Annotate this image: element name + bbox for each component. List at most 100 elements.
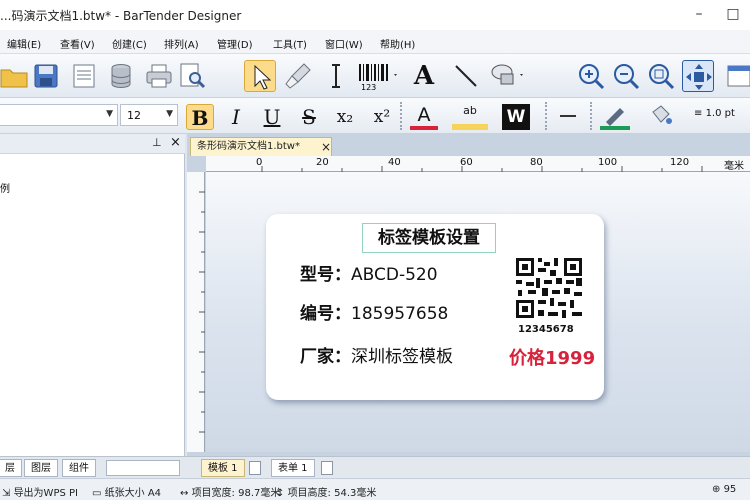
- status-paper: ▭ 纸张大小 A4: [92, 488, 162, 499]
- status-height: ↕ 项目高度: 54.3毫米: [276, 488, 377, 499]
- label-value: 深圳标签模板: [351, 347, 453, 367]
- shapes-icon[interactable]: [486, 60, 530, 92]
- label-row-model[interactable]: 型号：ABCD-520: [300, 260, 438, 285]
- price-text[interactable]: 价格1999: [509, 344, 595, 370]
- menu-edit[interactable]: 编辑(E): [7, 36, 41, 51]
- left-panel: ⊥ × 例: [0, 134, 185, 456]
- highlight-button[interactable]: ab: [452, 104, 488, 130]
- status-export[interactable]: ⇲ 导出为WPS PI: [2, 484, 78, 499]
- underline-button[interactable]: U: [258, 104, 286, 130]
- barcode-digits: 123: [361, 83, 376, 92]
- print-icon[interactable]: [143, 60, 175, 92]
- label-key: 型号：: [300, 265, 351, 285]
- tab-form-1[interactable]: 表单 1: [271, 459, 315, 477]
- label-key: 厂家：: [300, 347, 351, 367]
- add-form-icon[interactable]: [321, 461, 333, 475]
- title-bar: ...码演示文档1.btw* - BarTender Designer – □: [0, 0, 750, 30]
- ruler-label: 80: [530, 157, 543, 168]
- text-tool-icon[interactable]: A: [408, 60, 440, 92]
- qr-code-text[interactable]: 12345678: [518, 324, 574, 335]
- label-title[interactable]: 标签模板设置: [362, 223, 496, 253]
- status-bar: ⇲ 导出为WPS PI ▭ 纸张大小 A4 ↔ 项目宽度: 98.7毫米 ↕ 项…: [0, 478, 750, 500]
- barcode-icon[interactable]: 123: [356, 60, 400, 92]
- vertical-ruler: [187, 172, 205, 452]
- strikethrough-button[interactable]: S: [295, 104, 323, 130]
- menu-arrange[interactable]: 排列(A): [164, 36, 199, 51]
- status-width-label: 项目宽度: 98.7毫米: [191, 488, 281, 499]
- brush-icon[interactable]: [282, 60, 314, 92]
- move-arrows-icon[interactable]: [682, 60, 714, 92]
- zoom-in-icon[interactable]: [575, 60, 607, 92]
- status-paper-label: 纸张大小 A4: [104, 488, 162, 499]
- bold-button[interactable]: B: [186, 104, 214, 130]
- toolbar-separator: [590, 102, 594, 130]
- line-tool-icon[interactable]: [450, 60, 482, 92]
- superscript-button[interactable]: x²: [368, 104, 396, 130]
- page-tabs: 模板 1 表单 1: [187, 456, 750, 478]
- label-value: 185957658: [351, 304, 449, 324]
- label-row-maker[interactable]: 厂家：深圳标签模板: [300, 342, 453, 367]
- font-size-combo[interactable]: 12 ▼: [120, 104, 178, 126]
- menu-manage[interactable]: 管理(D): [217, 36, 253, 51]
- maximize-button[interactable]: □: [716, 2, 750, 26]
- toolbar-separator: [400, 102, 404, 130]
- design-canvas[interactable]: 标签模板设置 型号：ABCD-520 编号：185957658 厂家：深圳标签模…: [206, 172, 750, 452]
- ruler-label: 60: [460, 157, 473, 168]
- subscript-button[interactable]: x₂: [331, 104, 359, 130]
- page-setup-icon[interactable]: [68, 60, 100, 92]
- close-icon[interactable]: ×: [321, 138, 331, 156]
- add-page-icon[interactable]: [249, 461, 261, 475]
- ruler-label: 40: [388, 157, 401, 168]
- window-title: ...码演示文档1.btw* - BarTender Designer: [0, 9, 242, 23]
- line-style-icon[interactable]: [560, 115, 576, 117]
- tree-item[interactable]: 例: [0, 180, 10, 195]
- pin-icon[interactable]: ⊥: [152, 136, 162, 149]
- save-icon[interactable]: [30, 60, 62, 92]
- label-template[interactable]: 标签模板设置 型号：ABCD-520 编号：185957658 厂家：深圳标签模…: [266, 214, 604, 400]
- chevron-down-icon: ▼: [106, 109, 113, 119]
- tab-layers[interactable]: 层: [0, 459, 22, 477]
- tab-layers-list[interactable]: 图层: [24, 459, 58, 477]
- status-zoom[interactable]: ⊕ 95: [712, 484, 736, 495]
- tab-components[interactable]: 组件: [62, 459, 96, 477]
- menu-window[interactable]: 窗口(W): [325, 36, 363, 51]
- ruler-label: 120: [670, 157, 690, 168]
- line-width-combo[interactable]: ≡ 1.0 pt: [694, 108, 735, 119]
- menu-tools[interactable]: 工具(T): [273, 36, 307, 51]
- italic-button[interactable]: I: [222, 104, 250, 130]
- label-key: 编号：: [300, 304, 351, 324]
- label-row-number[interactable]: 编号：185957658: [300, 299, 448, 324]
- menu-create[interactable]: 创建(C): [112, 36, 147, 51]
- ruler-label: 20: [316, 157, 329, 168]
- text-background-button[interactable]: W: [502, 104, 530, 130]
- fill-bucket-icon[interactable]: [645, 104, 675, 130]
- database-icon[interactable]: [105, 60, 137, 92]
- main-toolbar: 123 A: [0, 54, 750, 148]
- print-preview-icon[interactable]: [176, 60, 208, 92]
- menu-help[interactable]: 帮助(H): [380, 36, 415, 51]
- qr-code[interactable]: [514, 256, 584, 320]
- document-tab-label: 条形码演示文档1.btw*: [197, 141, 300, 152]
- menu-view[interactable]: 查看(V): [60, 36, 95, 51]
- document-tab[interactable]: 条形码演示文档1.btw* ×: [190, 137, 332, 156]
- select-arrow-icon[interactable]: [244, 60, 276, 92]
- panel-search-input[interactable]: [106, 460, 180, 476]
- tab-template-1[interactable]: 模板 1: [201, 459, 245, 477]
- zoom-out-icon[interactable]: [610, 60, 642, 92]
- left-panel-header: ⊥ ×: [0, 134, 185, 154]
- font-name-combo[interactable]: ▼: [0, 104, 118, 126]
- text-cursor-icon[interactable]: [320, 60, 352, 92]
- open-folder-icon[interactable]: [0, 60, 32, 92]
- left-panel-tabs: 层 图层 组件: [0, 456, 187, 478]
- minimize-button[interactable]: –: [682, 2, 716, 26]
- close-icon[interactable]: ×: [170, 135, 181, 150]
- font-color-button[interactable]: A: [410, 104, 438, 130]
- ruler-label: 0: [256, 157, 263, 168]
- status-export-label: 导出为WPS PI: [13, 488, 78, 499]
- ruler-label: 100: [598, 157, 618, 168]
- zoom-fit-icon[interactable]: [645, 60, 677, 92]
- properties-icon[interactable]: [724, 60, 750, 92]
- label-value: ABCD-520: [351, 265, 438, 285]
- status-width: ↔ 项目宽度: 98.7毫米: [180, 488, 281, 499]
- line-color-icon[interactable]: [600, 104, 630, 130]
